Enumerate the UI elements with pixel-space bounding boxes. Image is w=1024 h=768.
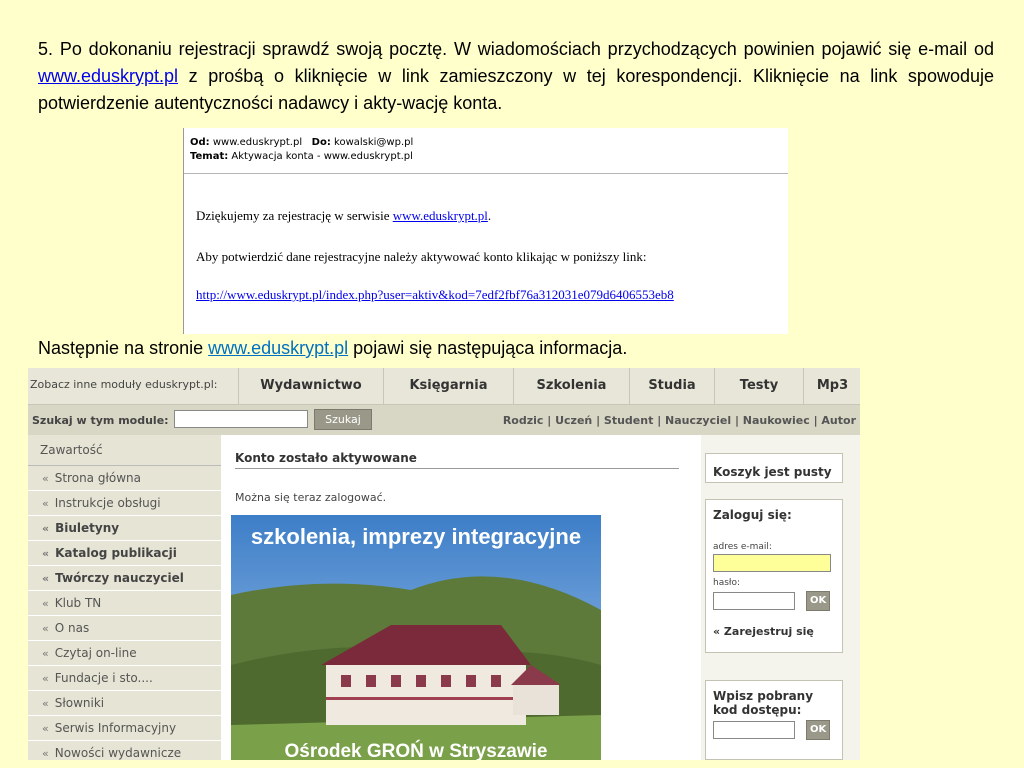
chevron-left-icon: « — [42, 497, 49, 510]
chevron-left-icon: « — [42, 572, 50, 585]
login-box: Zaloguj się: adres e-mail: hasło: OK « Z… — [705, 499, 843, 653]
from-value: www.eduskrypt.pl — [212, 137, 303, 148]
subject-value: Aktywacja konta - www.eduskrypt.pl — [231, 151, 413, 162]
sidebar-item[interactable]: « O nas — [28, 616, 221, 641]
chevron-left-icon: « — [42, 722, 49, 735]
sidebar-item-label: Strona główna — [54, 471, 141, 485]
sidebar-item[interactable]: « Czytaj on-line — [28, 641, 221, 666]
sidebar-item-label: Czytaj on-line — [54, 646, 137, 660]
sidebar: Zawartość « Strona główna « Instrukcje obsł… — [28, 435, 221, 760]
sidebar-item-label: Słowniki — [54, 696, 105, 710]
email-screenshot: Od: www.eduskrypt.pl Do: kowalski@wp.pl … — [183, 128, 788, 334]
activation-link[interactable]: http://www.eduskrypt.pl/index.php?user=a… — [196, 287, 674, 302]
photo-caption-bottom: Ośrodek GROŃ w Stryszawie — [284, 741, 548, 760]
instruction-paragraph: 5. Po dokonaniu rejestracji sprawdź swoj… — [38, 36, 994, 117]
sidebar-item[interactable]: « Fundacje i sto.... — [28, 666, 221, 691]
role-links[interactable]: Rodzic | Uczeń | Student | Nauczyciel | … — [503, 414, 856, 427]
sidebar-item-label: Instrukcje obsługi — [54, 496, 161, 510]
tab-ksiegarnia[interactable]: Księgarnia — [383, 368, 513, 404]
chevron-left-icon: « — [42, 747, 49, 760]
code-title: Wpisz pobrany kod dostępu: — [713, 689, 814, 717]
from-label: Od: — [190, 137, 210, 148]
page-subtitle: Można się teraz zalogować. — [235, 491, 387, 504]
code-box: Wpisz pobrany kod dostępu: OK — [705, 680, 843, 760]
sidebar-item-label: Serwis Informacyjny — [54, 721, 177, 735]
email-input[interactable] — [713, 554, 831, 572]
password-label: hasło: — [713, 578, 741, 588]
sidebar-item-label: Klub TN — [54, 596, 102, 610]
modules-label: Zobacz inne moduły eduskrypt.pl: — [30, 378, 218, 391]
sidebar-item-label: Katalog publikacji — [55, 546, 177, 560]
chevron-left-icon: « — [42, 672, 49, 685]
sidebar-item[interactable]: « Słowniki — [28, 691, 221, 716]
sidebar-item-label: O nas — [54, 621, 90, 635]
search-button[interactable]: Szukaj — [314, 409, 372, 430]
email-confirm-line: Aby potwierdzić dane rejestracyjne należ… — [196, 249, 647, 264]
to-value: kowalski@wp.pl — [334, 137, 414, 148]
sidebar-list: « Strona główna « Instrukcje obsługi « Biulet… — [28, 466, 221, 760]
right-column: Koszyk jest pusty Zaloguj się: adres e-m… — [701, 435, 860, 760]
register-link[interactable]: « Zarejestruj się — [713, 625, 842, 638]
sidebar-item[interactable]: « Biuletyny — [28, 516, 221, 541]
chevron-left-icon: « — [42, 547, 50, 560]
cart-status: Koszyk jest pusty — [713, 465, 832, 479]
sidebar-item-label: Biuletyny — [55, 521, 120, 535]
chevron-left-icon: « — [42, 597, 49, 610]
photo-caption-top: szkolenia, imprezy integracyjne — [250, 524, 582, 549]
sidebar-item[interactable]: « Katalog publikacji — [28, 541, 221, 566]
chevron-left-icon: « — [42, 647, 49, 660]
code-ok-button[interactable]: OK — [806, 719, 831, 740]
email-label: adres e-mail: — [713, 542, 772, 552]
login-title: Zaloguj się: — [713, 508, 792, 522]
main-content: Konto zostało aktywowane Można się teraz… — [221, 435, 701, 760]
sidebar-item-label: Twórczy nauczyciel — [55, 571, 184, 585]
sidebar-title: Zawartość — [28, 435, 221, 466]
search-bar: Szukaj w tym module: Szukaj Rodzic | Ucz… — [28, 405, 860, 435]
instruction-text-after: z prośbą o kliknięcie w link zamieszczon… — [38, 66, 994, 113]
instruction-text-before: 5. Po dokonaniu rejestracji sprawdź swoj… — [38, 39, 994, 59]
login-ok-button[interactable]: OK — [806, 590, 831, 611]
email-header: Od: www.eduskrypt.pl Do: kowalski@wp.pl … — [184, 128, 788, 174]
sidebar-item[interactable]: « Instrukcje obsługi — [28, 491, 221, 516]
next-paragraph: Następnie na stronie www.eduskrypt.pl po… — [38, 338, 628, 358]
chevron-left-icon: « — [42, 622, 49, 635]
search-label: Szukaj w tym module: — [32, 414, 169, 427]
code-input[interactable] — [713, 720, 795, 739]
eduskrypt-link-2[interactable]: www.eduskrypt.pl — [208, 338, 348, 358]
eduskrypt-link[interactable]: www.eduskrypt.pl — [38, 66, 178, 86]
module-nav: Zobacz inne moduły eduskrypt.pl: Wydawni… — [28, 368, 860, 405]
tab-wydawnictwo[interactable]: Wydawnictwo — [238, 368, 383, 404]
cart-box[interactable]: Koszyk jest pusty — [705, 453, 843, 483]
sidebar-item[interactable]: « Serwis Informacyjny — [28, 716, 221, 741]
chevron-left-icon: « — [42, 472, 49, 485]
email-thanks-line: Dziękujemy za rejestrację w serwisie www… — [196, 208, 492, 223]
website-screenshot: Zobacz inne moduły eduskrypt.pl: Wydawni… — [28, 368, 860, 760]
tab-szkolenia[interactable]: Szkolenia — [513, 368, 629, 404]
tab-mp3[interactable]: Mp3 — [803, 368, 860, 404]
subject-label: Temat: — [190, 151, 229, 162]
email-site-link[interactable]: www.eduskrypt.pl — [393, 208, 488, 223]
sidebar-item-label: Fundacje i sto.... — [54, 671, 153, 685]
sidebar-item[interactable]: « Klub TN — [28, 591, 221, 616]
chevron-left-icon: « — [42, 697, 49, 710]
tab-testy[interactable]: Testy — [714, 368, 803, 404]
sidebar-item[interactable]: « Strona główna — [28, 466, 221, 491]
to-label: Do: — [311, 137, 331, 148]
tab-studia[interactable]: Studia — [629, 368, 714, 404]
promo-photo[interactable]: szkolenia, imprezy integracyjne Ośrodek … — [231, 515, 601, 760]
chevron-left-icon: « — [42, 522, 50, 535]
sidebar-item[interactable]: « Nowości wydawnicze — [28, 741, 221, 760]
sidebar-item-label: Nowości wydawnicze — [54, 746, 182, 760]
search-input[interactable] — [174, 410, 308, 428]
password-input[interactable] — [713, 591, 795, 610]
page-title: Konto zostało aktywowane — [235, 451, 679, 469]
sidebar-item[interactable]: « Twórczy nauczyciel — [28, 566, 221, 591]
